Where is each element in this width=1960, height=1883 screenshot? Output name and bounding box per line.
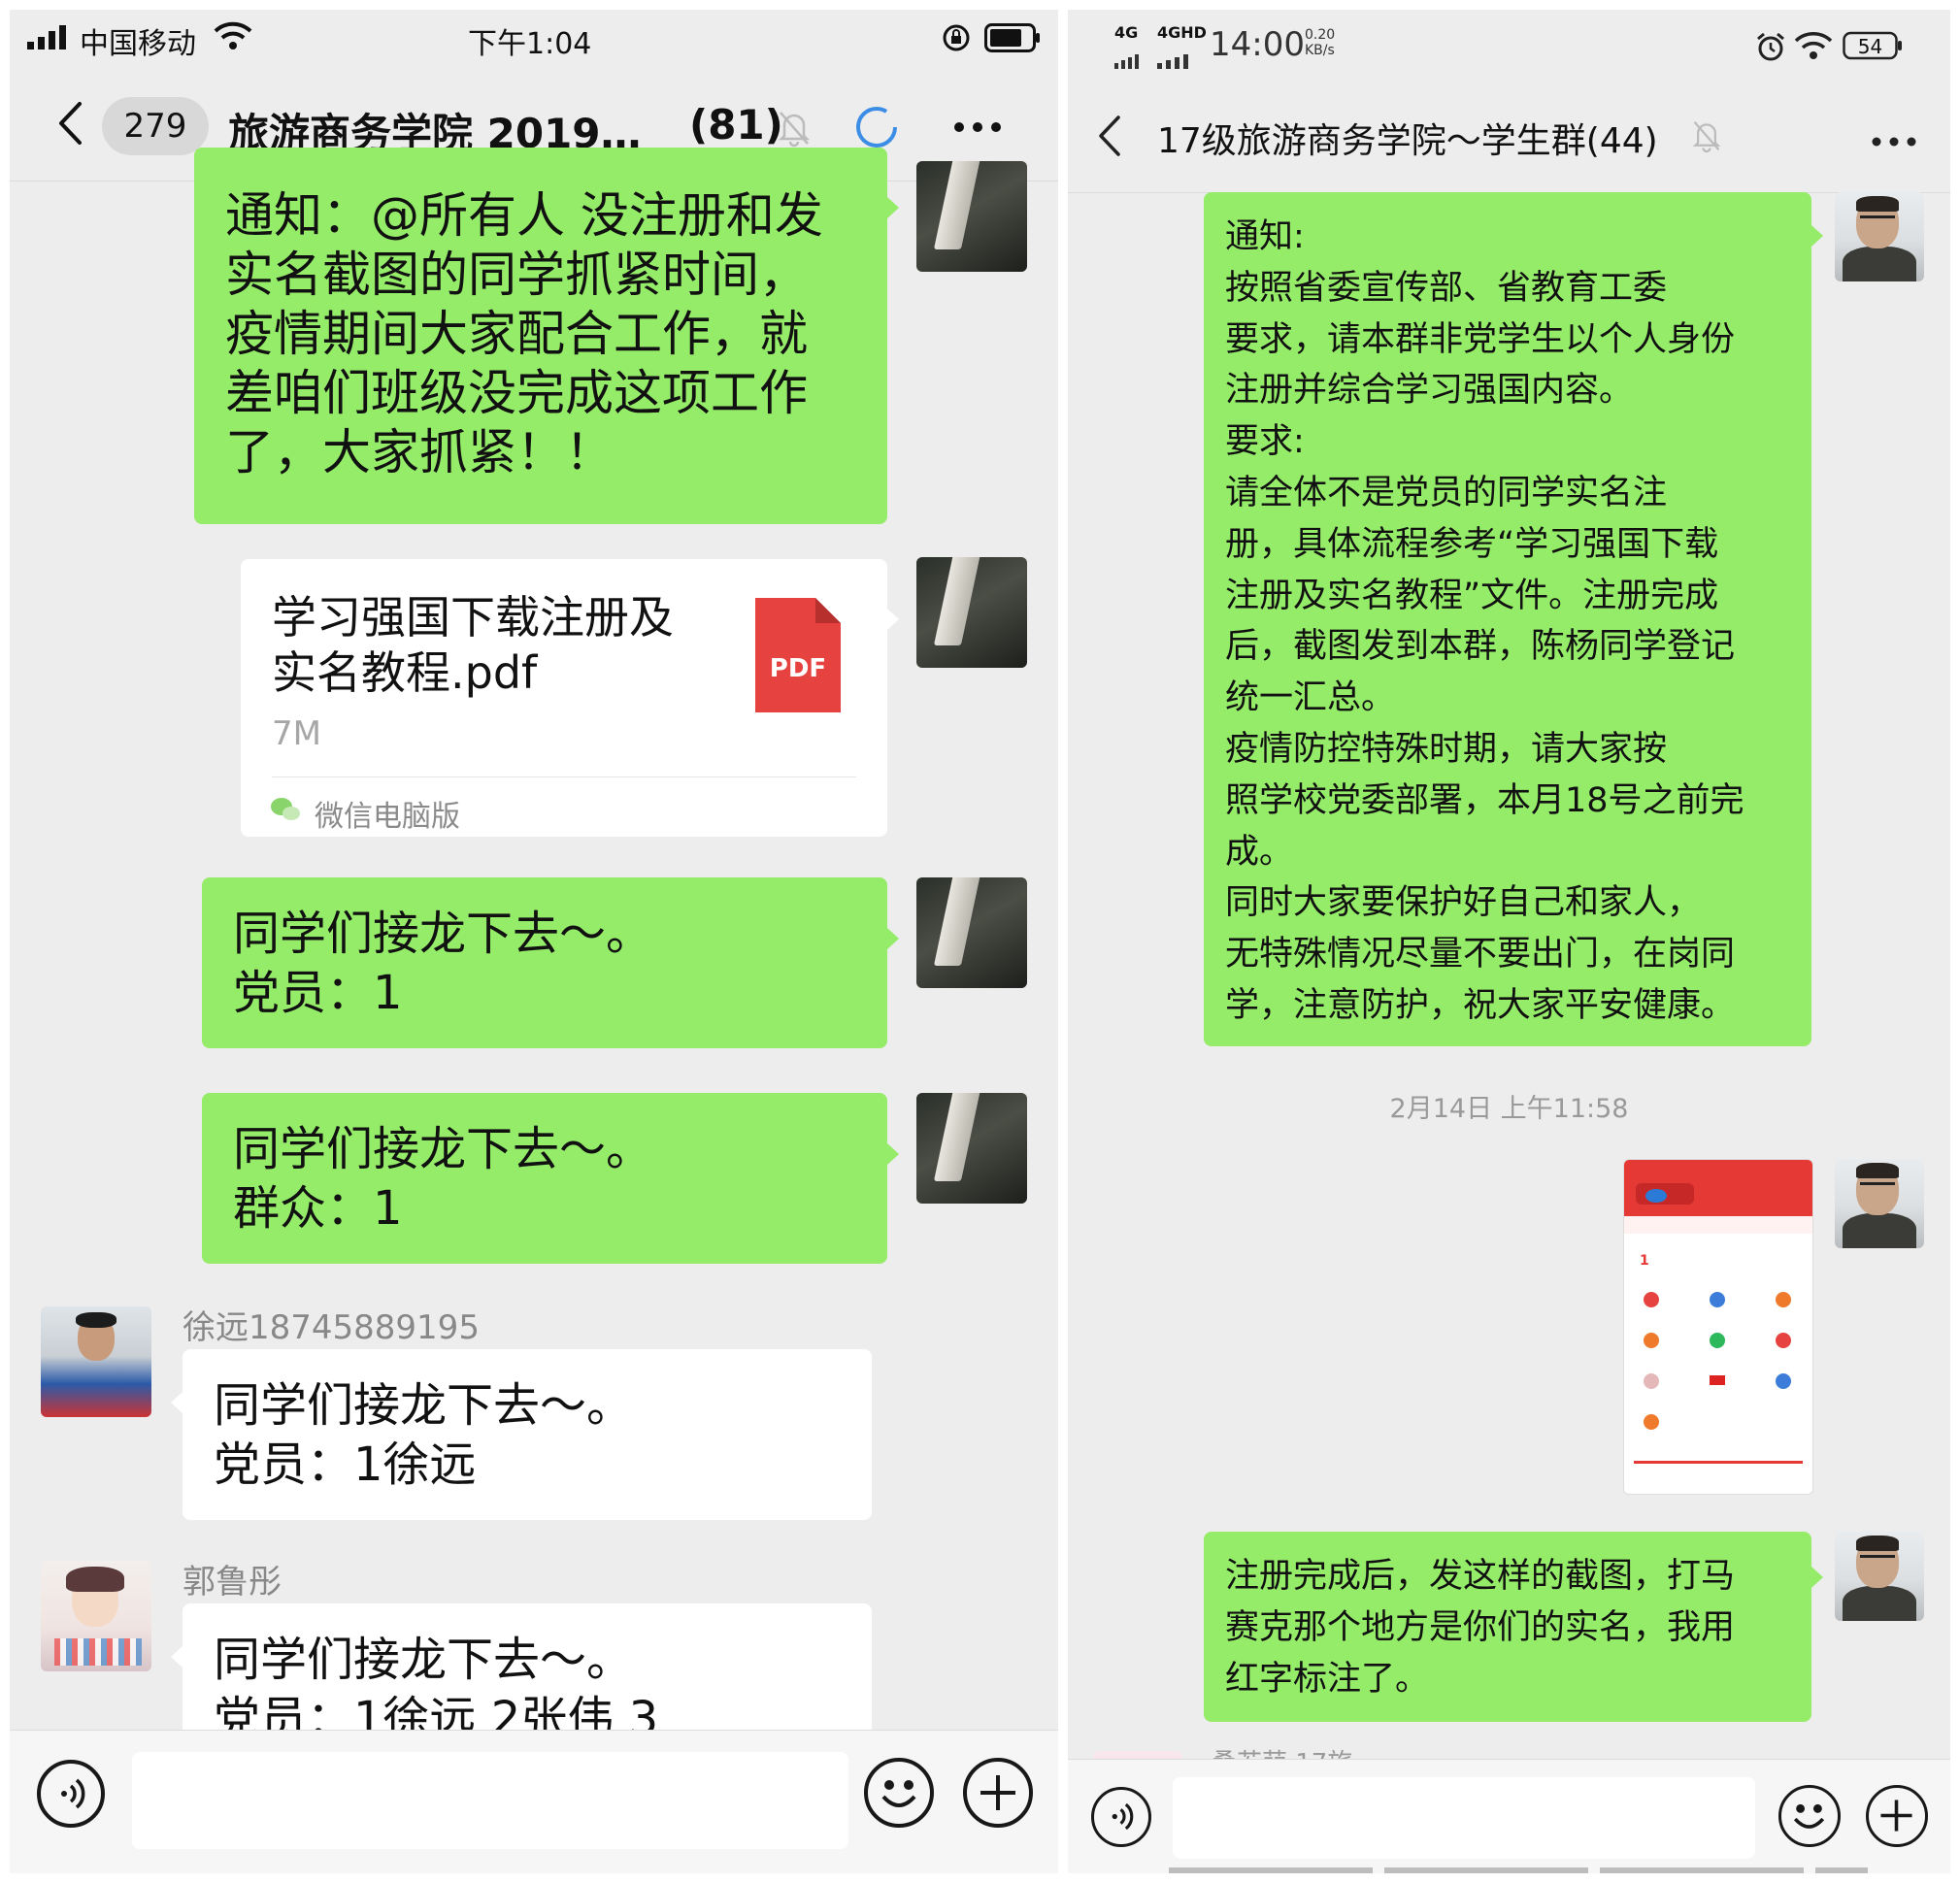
- carrier-label: 中国移动: [80, 27, 196, 61]
- status-time: 下午1:04: [468, 27, 592, 61]
- avatar[interactable]: [916, 1093, 1027, 1204]
- voice-input-button[interactable]: [37, 1760, 105, 1828]
- sender-name: 徐远18745889195: [183, 1308, 480, 1347]
- sender-avatar[interactable]: [41, 1561, 151, 1671]
- file-message-card[interactable]: 学习强国下载注册及 实名教程.pdf 7M PDF 微信电脑版: [241, 559, 887, 837]
- plus-icon: [1880, 1800, 1912, 1832]
- status-bar: 中国移动 下午1:04: [10, 10, 1058, 66]
- sender-name: 郭鲁彤: [183, 1563, 282, 1602]
- input-bar: [1068, 1759, 1950, 1873]
- more-functions-button[interactable]: [963, 1758, 1033, 1828]
- mute-bell-icon: [1691, 118, 1722, 157]
- voice-wave-icon: [1112, 1802, 1134, 1831]
- wifi-icon: [214, 21, 252, 58]
- status-bar: 4G 4GHD 14:00 0.20 KB/s 54: [1068, 10, 1950, 78]
- bubble-tail: [171, 1646, 183, 1668]
- emoji-button[interactable]: [864, 1758, 934, 1828]
- avatar[interactable]: [916, 161, 1027, 272]
- emoji-button[interactable]: [1778, 1785, 1841, 1847]
- battery-icon: [984, 23, 1041, 60]
- pdf-icon-label: PDF: [769, 654, 827, 683]
- wifi-icon: [1794, 31, 1833, 68]
- chat-header: 17级旅游商务学院～学生群(44): [1068, 78, 1950, 193]
- unread-count: 279: [123, 107, 187, 146]
- bubble-tail: [171, 1392, 183, 1413]
- left-chat-window: 中国移动 下午1:04 279 旅游商务学院 2019… (81) 通知：@所有…: [10, 10, 1058, 1873]
- unread-count-badge[interactable]: 279: [102, 97, 209, 155]
- bubble-tail: [887, 1143, 899, 1165]
- signal-icon: [1157, 43, 1190, 77]
- chat-title: 17级旅游商务学院～学生群(44): [1157, 121, 1658, 161]
- signal-icon: [27, 23, 70, 50]
- status-time: 14:00: [1210, 25, 1305, 64]
- file-name: 学习强国下载注册及 实名教程.pdf: [272, 591, 674, 699]
- input-bar: [10, 1730, 1058, 1873]
- rotation-lock-icon: [942, 23, 971, 60]
- message-bubble[interactable]: 同学们接龙下去～。 群众：1: [202, 1093, 887, 1264]
- file-source-label: 微信电脑版: [315, 800, 460, 834]
- bubble-tail: [1811, 1567, 1823, 1588]
- image-message-thumbnail[interactable]: 1: [1623, 1159, 1813, 1495]
- message-input[interactable]: [132, 1752, 848, 1849]
- plus-icon: [980, 1775, 1015, 1810]
- message-bubble[interactable]: 通知：@所有人 没注册和发 实名截图的同学抓紧时间， 疫情期间大家配合工作，就 …: [194, 148, 887, 524]
- message-bubble[interactable]: 注册完成后，发这样的截图，打马 赛克那个地方是你们的实名，我用 红字标注了。: [1204, 1532, 1811, 1722]
- bubble-tail: [887, 197, 899, 218]
- pdf-file-icon: PDF: [755, 598, 841, 712]
- message-text: 注册完成后，发这样的截图，打马 赛克那个地方是你们的实名，我用 红字标注了。: [1225, 1557, 1736, 1699]
- avatar[interactable]: [1835, 192, 1924, 281]
- back-chevron-icon[interactable]: [1097, 115, 1122, 161]
- message-text: 同学们接龙下去～。 党员：1徐远: [214, 1378, 634, 1492]
- message-text: 通知: 按照省委宣传部、省教育工委 要求，请本群非党学生以个人身份 注册并综合学…: [1225, 217, 1744, 1025]
- message-bubble[interactable]: 同学们接龙下去～。 党员：1徐远: [183, 1349, 872, 1520]
- smiley-icon: [881, 1780, 916, 1807]
- voice-input-button[interactable]: [1091, 1787, 1151, 1847]
- more-options-icon[interactable]: [953, 118, 1002, 137]
- voice-wave-icon: [61, 1778, 85, 1809]
- message-text: 同学们接龙下去～。 党员：1: [233, 907, 653, 1020]
- avatar[interactable]: [916, 877, 1027, 988]
- thumb-score: 1: [1640, 1253, 1649, 1269]
- signal-icon: [1114, 43, 1142, 77]
- avatar[interactable]: [1835, 1159, 1924, 1248]
- back-chevron-icon[interactable]: [56, 101, 85, 149]
- bubble-tail: [887, 609, 899, 630]
- smiley-icon: [1793, 1803, 1825, 1829]
- bubble-tail: [1811, 225, 1823, 247]
- more-options-icon[interactable]: [1872, 132, 1916, 150]
- wechat-logo-icon: [270, 796, 301, 827]
- more-functions-button[interactable]: [1866, 1785, 1928, 1847]
- file-size: 7M: [272, 714, 321, 753]
- sender-avatar[interactable]: [41, 1306, 151, 1417]
- mute-bell-icon: [777, 109, 812, 151]
- message-input[interactable]: [1173, 1777, 1755, 1859]
- battery-icon: 54: [1843, 31, 1903, 60]
- message-bubble[interactable]: 同学们接龙下去～。 党员：1: [202, 877, 887, 1048]
- right-chat-window: 4G 4GHD 14:00 0.20 KB/s 54 17级旅游商务学院～学生群…: [1068, 10, 1950, 1873]
- message-timestamp: 2月14日 上午11:58: [1389, 1094, 1629, 1124]
- avatar[interactable]: [1835, 1532, 1924, 1621]
- thumb-header: [1624, 1160, 1812, 1216]
- message-bubble[interactable]: 通知: 按照省委宣传部、省教育工委 要求，请本群非党学生以个人身份 注册并综合学…: [1204, 192, 1811, 1046]
- battery-level: 54: [1857, 35, 1883, 58]
- network-speed: 0.20 KB/s: [1305, 27, 1336, 58]
- alarm-icon: [1755, 31, 1786, 70]
- network-label: 4G: [1114, 23, 1139, 42]
- scroll-indicator: [1169, 1867, 1868, 1873]
- message-text: 通知：@所有人 没注册和发 实名截图的同学抓紧时间， 疫情期间大家配合工作，就 …: [225, 187, 823, 480]
- member-count: (81): [689, 101, 783, 149]
- bubble-tail: [887, 928, 899, 949]
- network-label: 4GHD: [1157, 23, 1207, 42]
- avatar[interactable]: [916, 557, 1027, 668]
- message-text: 同学们接龙下去～。 群众：1: [233, 1122, 653, 1236]
- card-divider: [272, 776, 856, 777]
- loading-spinner-icon: [854, 105, 899, 153]
